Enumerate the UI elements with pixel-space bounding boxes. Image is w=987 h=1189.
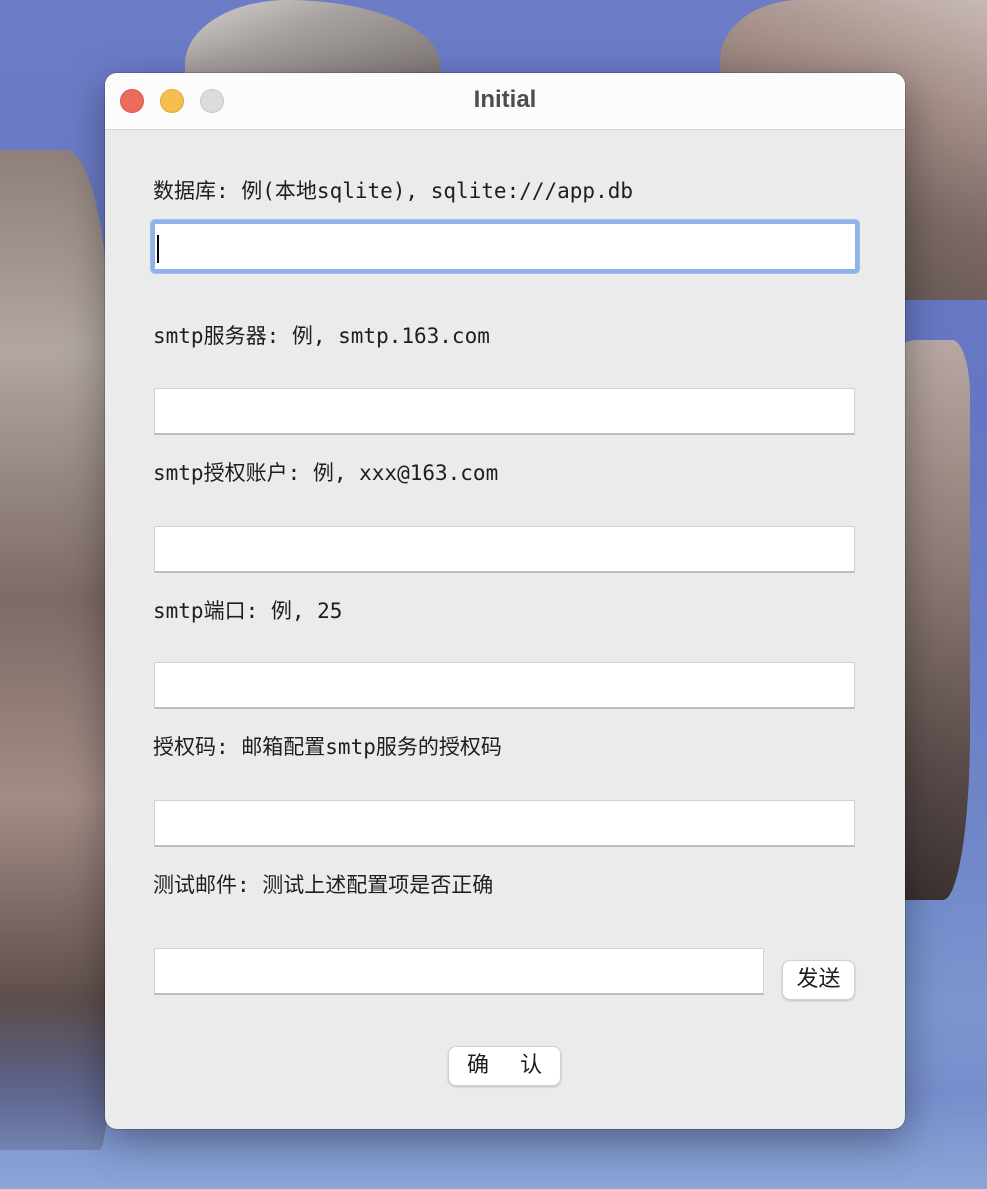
wallpaper-rock-top: [185, 0, 440, 80]
test-mail-label: 测试邮件: 测试上述配置项是否正确: [153, 873, 494, 897]
initial-window: Initial 数据库: 例(本地sqlite), sqlite:///app.…: [105, 73, 905, 1129]
smtp-server-label: smtp服务器: 例, smtp.163.com: [153, 324, 490, 348]
title-bar[interactable]: Initial: [105, 73, 905, 130]
send-button[interactable]: 发送: [782, 960, 855, 1000]
smtp-account-label: smtp授权账户: 例, xxx@163.com: [153, 461, 499, 485]
test-mail-input[interactable]: [154, 948, 764, 995]
auth-code-input[interactable]: [154, 800, 855, 847]
text-caret: [157, 235, 159, 263]
confirm-button[interactable]: 确 认: [448, 1046, 561, 1086]
smtp-server-input[interactable]: [154, 388, 855, 435]
smtp-port-label: smtp端口: 例, 25: [153, 599, 343, 623]
database-input[interactable]: [151, 220, 859, 273]
window-title: Initial: [473, 86, 537, 113]
auth-code-label: 授权码: 邮箱配置smtp服务的授权码: [153, 735, 502, 759]
database-label: 数据库: 例(本地sqlite), sqlite:///app.db: [153, 179, 634, 203]
smtp-port-input[interactable]: [154, 662, 855, 709]
smtp-account-input[interactable]: [154, 526, 855, 573]
